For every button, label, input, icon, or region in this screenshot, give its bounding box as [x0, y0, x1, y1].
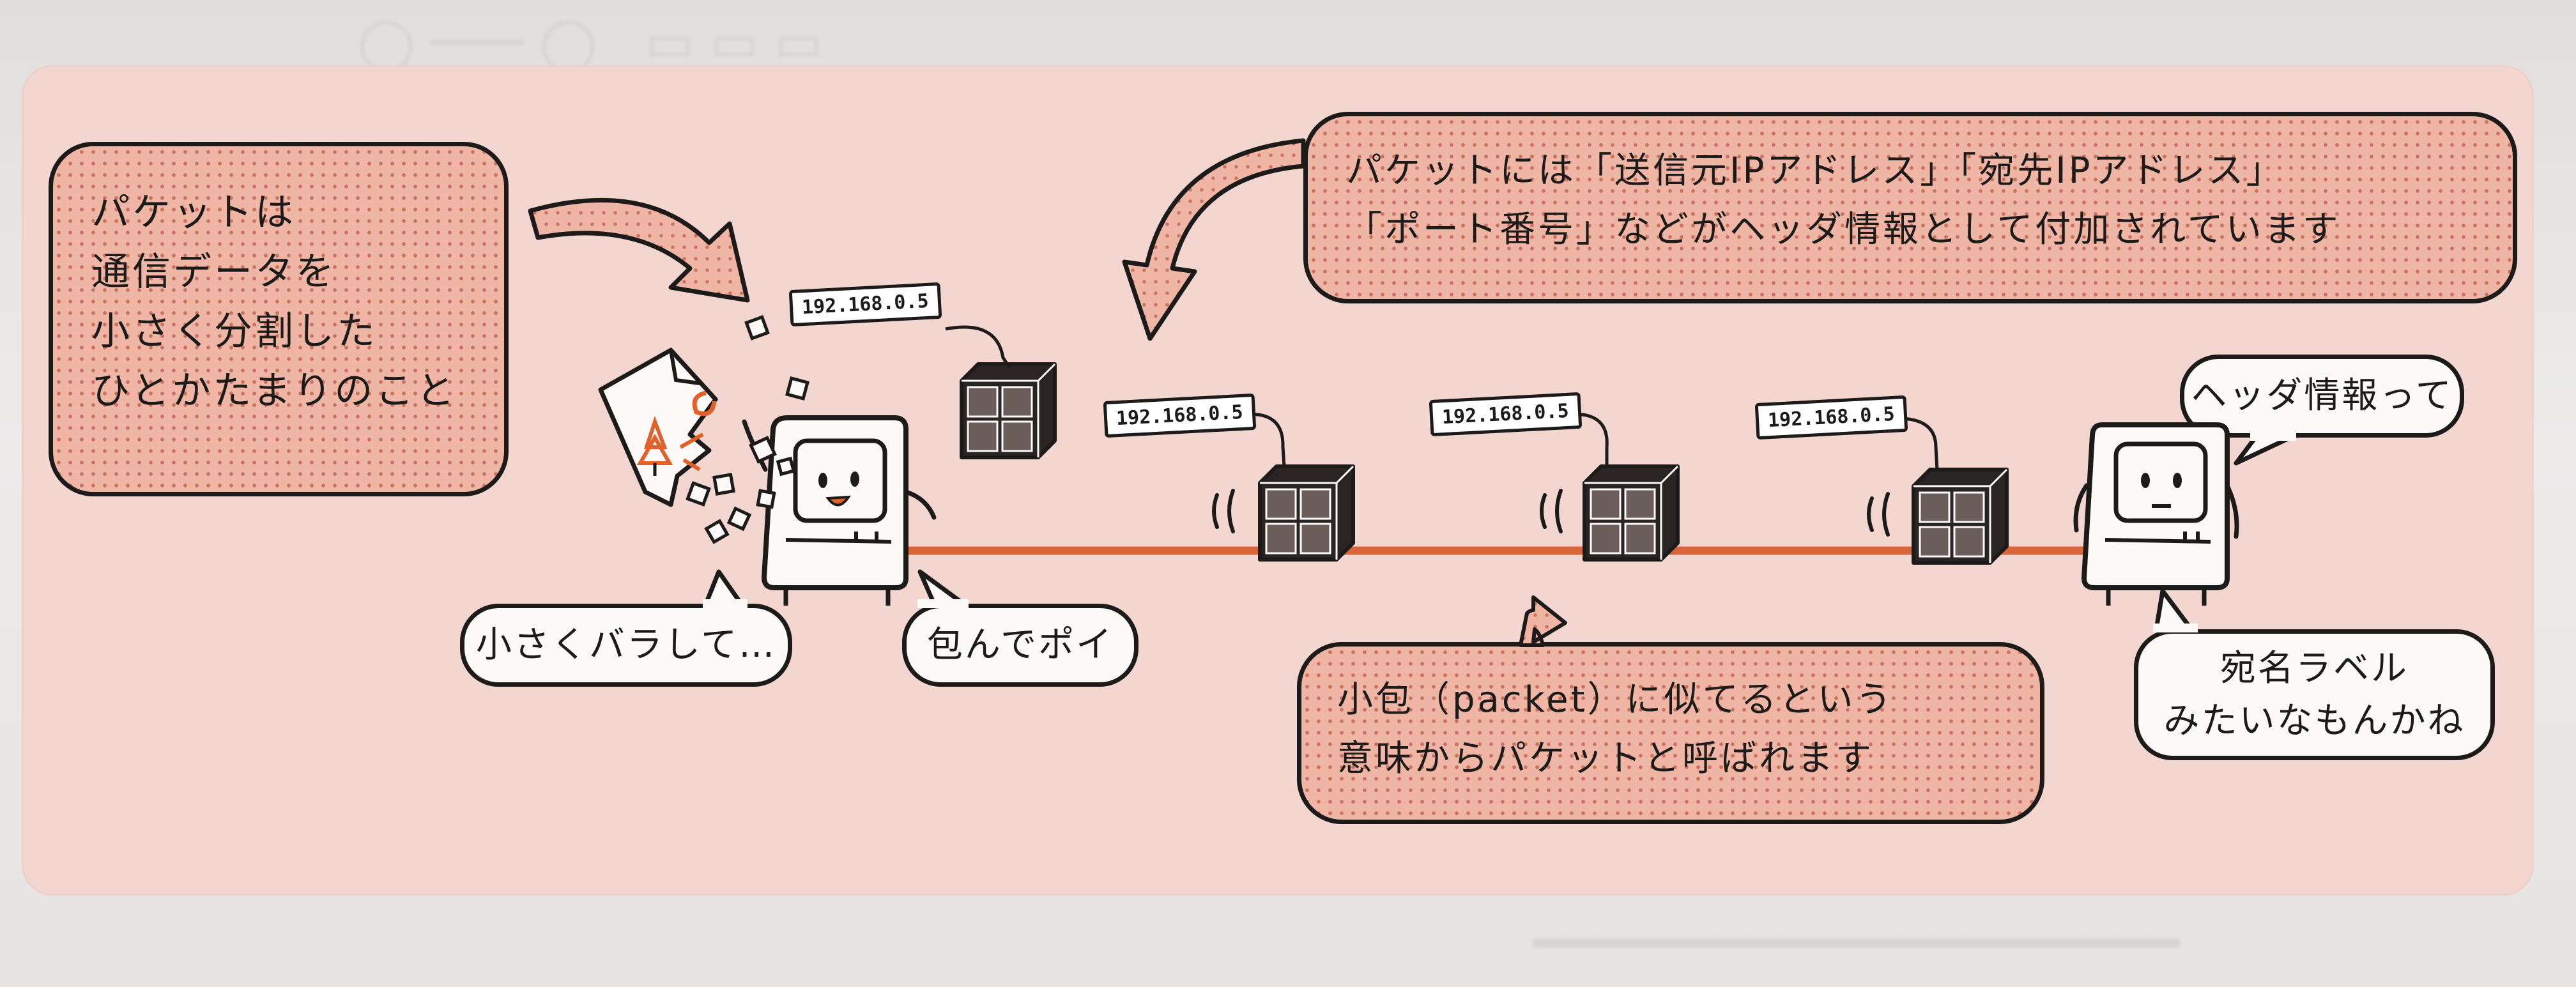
page-background: ◯ ─── ◯ ▭ ▭ ▭ ━━━━━━━━━━━━━━━━━━━━━ パケット…: [0, 0, 2576, 987]
bubble-tail: [917, 569, 966, 606]
bubble-tail: [2234, 435, 2293, 466]
curved-arrow-icon: [528, 197, 750, 303]
receiver-computer: [2073, 422, 2239, 606]
packet-box: [1258, 464, 1355, 562]
sender-computer: [742, 415, 937, 606]
bubble-tail: [703, 569, 744, 606]
curved-arrow-icon: [1519, 595, 1567, 647]
curved-arrow-icon: [1122, 138, 1306, 341]
label-strings: [945, 325, 1939, 470]
document-icon: [598, 348, 718, 507]
packet-box: [1912, 468, 2009, 565]
packet-box: [960, 362, 1057, 459]
network-illustration: [528, 138, 2296, 647]
packet-box: [1583, 464, 1680, 562]
